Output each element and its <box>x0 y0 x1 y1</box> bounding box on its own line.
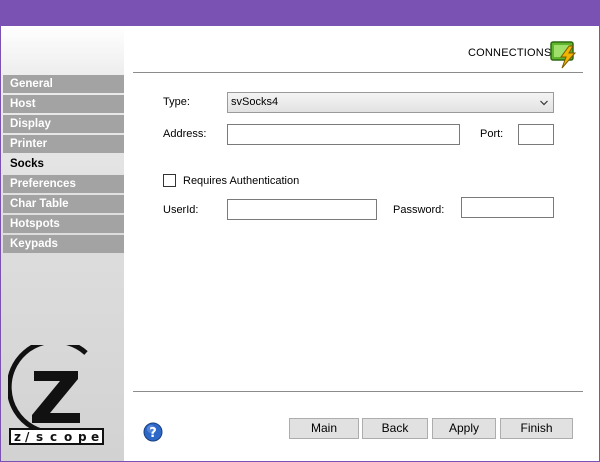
sidebar-item-label: Preferences <box>10 178 76 190</box>
svg-text:z: z <box>14 430 21 444</box>
svg-text:o: o <box>64 430 72 444</box>
port-field[interactable] <box>518 124 554 145</box>
sidebar-item-display[interactable]: Display <box>3 115 124 133</box>
sidebar-item-socks[interactable]: Socks <box>3 155 124 173</box>
sidebar-item-hotspots[interactable]: Hotspots <box>3 215 124 233</box>
sidebar-item-label: Display <box>10 118 51 130</box>
sidebar-item-printer[interactable]: Printer <box>3 135 124 153</box>
finish-button[interactable]: Finish <box>500 418 573 439</box>
requires-authentication-checkbox[interactable] <box>163 174 176 187</box>
port-label: Port: <box>480 128 504 140</box>
sidebar-item-label: Host <box>10 98 36 110</box>
sidebar-item-host[interactable]: Host <box>3 95 124 113</box>
sidebar-item-label: Hotspots <box>10 218 60 230</box>
sidebar-item-general[interactable]: General <box>3 75 124 93</box>
sidebar-item-label: Socks <box>10 158 44 170</box>
address-field[interactable] <box>227 124 460 145</box>
type-select-value: svSocks4 <box>231 96 279 108</box>
lightning-bolt-icon <box>550 41 577 69</box>
help-icon[interactable]: ? <box>143 422 163 442</box>
chevron-down-icon <box>540 100 548 106</box>
svg-text:s: s <box>36 430 43 444</box>
sidebar-item-label: Printer <box>10 138 48 150</box>
svg-text:p: p <box>78 430 87 444</box>
sidebar-nav: General Host Display Printer Socks Prefe… <box>3 75 124 255</box>
sidebar-item-label: Keypads <box>10 238 58 250</box>
password-label: Password: <box>393 204 445 216</box>
window-title-bar[interactable] <box>0 0 600 26</box>
sidebar-item-label: Char Table <box>10 198 69 210</box>
type-label: Type: <box>163 96 190 108</box>
type-select[interactable]: svSocks4 <box>227 92 554 113</box>
address-label: Address: <box>163 128 207 140</box>
userid-label: UserId: <box>163 204 199 216</box>
zscope-logo: z / s c o p e <box>8 345 104 445</box>
back-button[interactable]: Back <box>362 418 428 439</box>
header-divider <box>133 72 583 73</box>
sidebar-item-keypads[interactable]: Keypads <box>3 235 124 253</box>
svg-text:c: c <box>50 430 57 444</box>
page-title: CONNECTIONS <box>468 47 552 59</box>
apply-button[interactable]: Apply <box>432 418 496 439</box>
password-field[interactable] <box>461 197 554 218</box>
requires-authentication-label[interactable]: Requires Authentication <box>183 174 299 188</box>
svg-text:/: / <box>25 430 30 444</box>
svg-text:?: ? <box>149 426 157 441</box>
userid-field[interactable] <box>227 199 377 220</box>
sidebar-item-preferences[interactable]: Preferences <box>3 175 124 193</box>
sidebar-item-char-table[interactable]: Char Table <box>3 195 124 213</box>
main-button[interactable]: Main <box>289 418 359 439</box>
sidebar-item-label: General <box>10 78 53 90</box>
footer-divider <box>133 391 583 392</box>
svg-text:e: e <box>91 430 99 444</box>
